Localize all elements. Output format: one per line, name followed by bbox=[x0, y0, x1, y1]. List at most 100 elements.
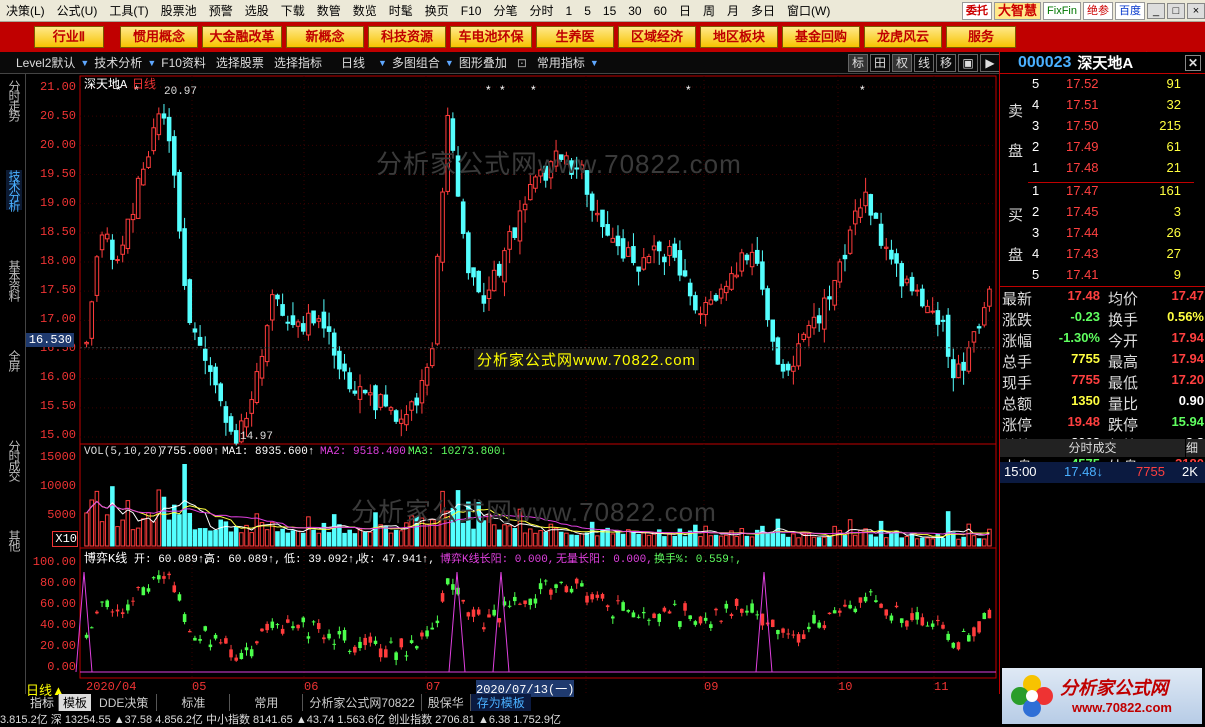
candle-body bbox=[357, 386, 363, 400]
lock-icon[interactable]: ⊡ bbox=[512, 56, 532, 70]
baidu-button[interactable]: 百度 bbox=[1115, 2, 1145, 20]
menu-item[interactable]: 时髦 bbox=[383, 0, 419, 22]
indicator-body bbox=[662, 607, 667, 612]
menu-item[interactable]: 换页 bbox=[419, 0, 455, 22]
close-icon[interactable]: ✕ bbox=[1185, 54, 1201, 71]
indicator-body bbox=[167, 573, 171, 576]
sector-button[interactable]: 科技资源 bbox=[368, 26, 446, 48]
maximize-icon[interactable]: □ bbox=[1167, 3, 1185, 19]
sector-button[interactable]: 地区板块 bbox=[700, 26, 778, 48]
sector-button[interactable]: 车电池环保 bbox=[450, 26, 532, 48]
period-menu[interactable]: 日线 bbox=[327, 54, 370, 71]
select-stock-menu[interactable]: 选择股票 bbox=[211, 54, 269, 71]
sector-button[interactable]: 行业Ⅱ bbox=[34, 26, 104, 48]
menu-item[interactable]: 60 bbox=[648, 0, 673, 22]
indicator-body bbox=[172, 585, 177, 593]
menu-item[interactable]: 分笔 bbox=[487, 0, 523, 22]
menu-item[interactable]: 30 bbox=[622, 0, 647, 22]
dropdown-icon[interactable]: ▼ bbox=[147, 58, 156, 68]
tab-common[interactable]: 常用 bbox=[230, 694, 304, 711]
multi-chart-menu[interactable]: 多图组合 bbox=[387, 54, 445, 71]
save-template-tab[interactable]: 存为模板 bbox=[470, 694, 531, 711]
mark-button[interactable]: 标 bbox=[848, 53, 868, 72]
menu-item[interactable]: 下载 bbox=[275, 0, 311, 22]
menu-item[interactable]: 公式(U) bbox=[51, 0, 104, 22]
tab-dde[interactable]: DDE决策 bbox=[91, 694, 158, 711]
sector-button[interactable]: 区域经济 bbox=[618, 26, 696, 48]
volume-bar bbox=[264, 529, 270, 547]
menu-item[interactable]: 月 bbox=[721, 0, 745, 22]
candle-body bbox=[822, 297, 827, 330]
menu-item[interactable]: 1 bbox=[560, 0, 579, 22]
tab-ticks[interactable]: 分时成交 bbox=[6, 440, 22, 480]
window-icon[interactable]: ▣ bbox=[958, 53, 978, 72]
dropdown-icon[interactable]: ▼ bbox=[370, 58, 387, 68]
volume-bar bbox=[543, 531, 549, 547]
play-icon[interactable]: ▶ bbox=[980, 53, 1000, 72]
indicator-body bbox=[193, 637, 197, 641]
volume-bar bbox=[878, 520, 884, 547]
flower-icon bbox=[1011, 675, 1053, 717]
menu-item[interactable]: 预警 bbox=[203, 0, 239, 22]
level2-default-menu[interactable]: Level2默认 bbox=[0, 54, 80, 71]
tab-fullscreen[interactable]: 全屏 bbox=[6, 350, 22, 370]
tab-ybh[interactable]: 殷保华 bbox=[422, 694, 471, 711]
overlay-menu[interactable]: 图形叠加 bbox=[454, 54, 512, 71]
service-button[interactable]: 服务 bbox=[946, 26, 1016, 48]
candle-body bbox=[765, 288, 770, 321]
chart-area[interactable]: * * * * * * * 深天地A 日线 20.97 14.97 21.00 20.50 … bbox=[26, 74, 999, 697]
common-indicator-menu[interactable]: 常用指标 bbox=[532, 54, 590, 71]
menu-item[interactable]: 窗口(W) bbox=[781, 0, 836, 22]
menu-item[interactable]: 15 bbox=[597, 0, 622, 22]
tick-header-label[interactable]: 分时成交 bbox=[1000, 439, 1185, 457]
menu-item[interactable]: 周 bbox=[697, 0, 721, 22]
minimize-icon[interactable]: _ bbox=[1147, 3, 1165, 19]
rights-button[interactable]: 权 bbox=[892, 53, 912, 72]
tab-indicator[interactable]: 指标 bbox=[26, 694, 60, 711]
menu-item[interactable]: 多日 bbox=[745, 0, 781, 22]
menu-item[interactable]: 选股 bbox=[239, 0, 275, 22]
tab-template[interactable]: 模板 bbox=[59, 694, 92, 711]
menu-item[interactable]: 工具(T) bbox=[103, 0, 154, 22]
detail-button[interactable]: 细 bbox=[1186, 439, 1205, 457]
sector-button[interactable]: 大金融改革 bbox=[202, 26, 282, 48]
brand-logo[interactable]: 大智慧 bbox=[994, 2, 1042, 20]
volume-bar bbox=[84, 512, 89, 547]
sector-button[interactable]: 基金回购 bbox=[782, 26, 860, 48]
tab-intraday[interactable]: 分时走势 bbox=[6, 80, 22, 120]
juecan-button[interactable]: 绝参 bbox=[1083, 2, 1113, 20]
grid-icon[interactable]: 田 bbox=[870, 53, 890, 72]
tab-standard[interactable]: 标准 bbox=[157, 694, 231, 711]
tab-technical[interactable]: 技术分析 bbox=[6, 170, 22, 210]
tech-analysis-menu[interactable]: 技术分析 bbox=[89, 54, 147, 71]
tab-other[interactable]: 其他 bbox=[6, 530, 22, 550]
fixfin-button[interactable]: FixFin bbox=[1043, 2, 1081, 20]
candle-body bbox=[909, 276, 915, 292]
candle-body bbox=[796, 343, 801, 367]
menu-item[interactable]: 数览 bbox=[347, 0, 383, 22]
entrust-button[interactable]: 委托 bbox=[962, 2, 993, 20]
dropdown-icon[interactable]: ▼ bbox=[80, 58, 89, 68]
sector-button[interactable]: 生养医 bbox=[536, 26, 614, 48]
dropdown-icon[interactable]: ▼ bbox=[445, 58, 454, 68]
tab-fundamental[interactable]: 基本资料 bbox=[6, 260, 22, 300]
line-button[interactable]: 线 bbox=[914, 53, 934, 72]
move-button[interactable]: 移 bbox=[936, 53, 956, 72]
menu-item[interactable]: 分时 bbox=[524, 0, 560, 22]
f10-menu[interactable]: F10资料 bbox=[156, 54, 211, 71]
tab-fxj[interactable]: 分析家公式网70822 bbox=[303, 694, 422, 711]
close-icon[interactable]: × bbox=[1187, 3, 1205, 19]
menu-item[interactable]: 决策(L) bbox=[0, 0, 51, 22]
menu-item[interactable]: 日 bbox=[673, 0, 697, 22]
select-indicator-menu[interactable]: 选择指标 bbox=[269, 54, 327, 71]
volume-bar bbox=[780, 533, 786, 547]
menu-item[interactable]: F10 bbox=[455, 0, 488, 22]
sector-button[interactable]: 惯用概念 bbox=[120, 26, 198, 48]
volume-bar bbox=[141, 518, 146, 547]
sector-button[interactable]: 龙虎风云 bbox=[864, 26, 942, 48]
menu-item[interactable]: 5 bbox=[578, 0, 597, 22]
dropdown-icon[interactable]: ▼ bbox=[590, 58, 599, 68]
sector-button[interactable]: 新概念 bbox=[286, 26, 364, 48]
menu-item[interactable]: 数管 bbox=[311, 0, 347, 22]
menu-item[interactable]: 股票池 bbox=[155, 0, 203, 22]
